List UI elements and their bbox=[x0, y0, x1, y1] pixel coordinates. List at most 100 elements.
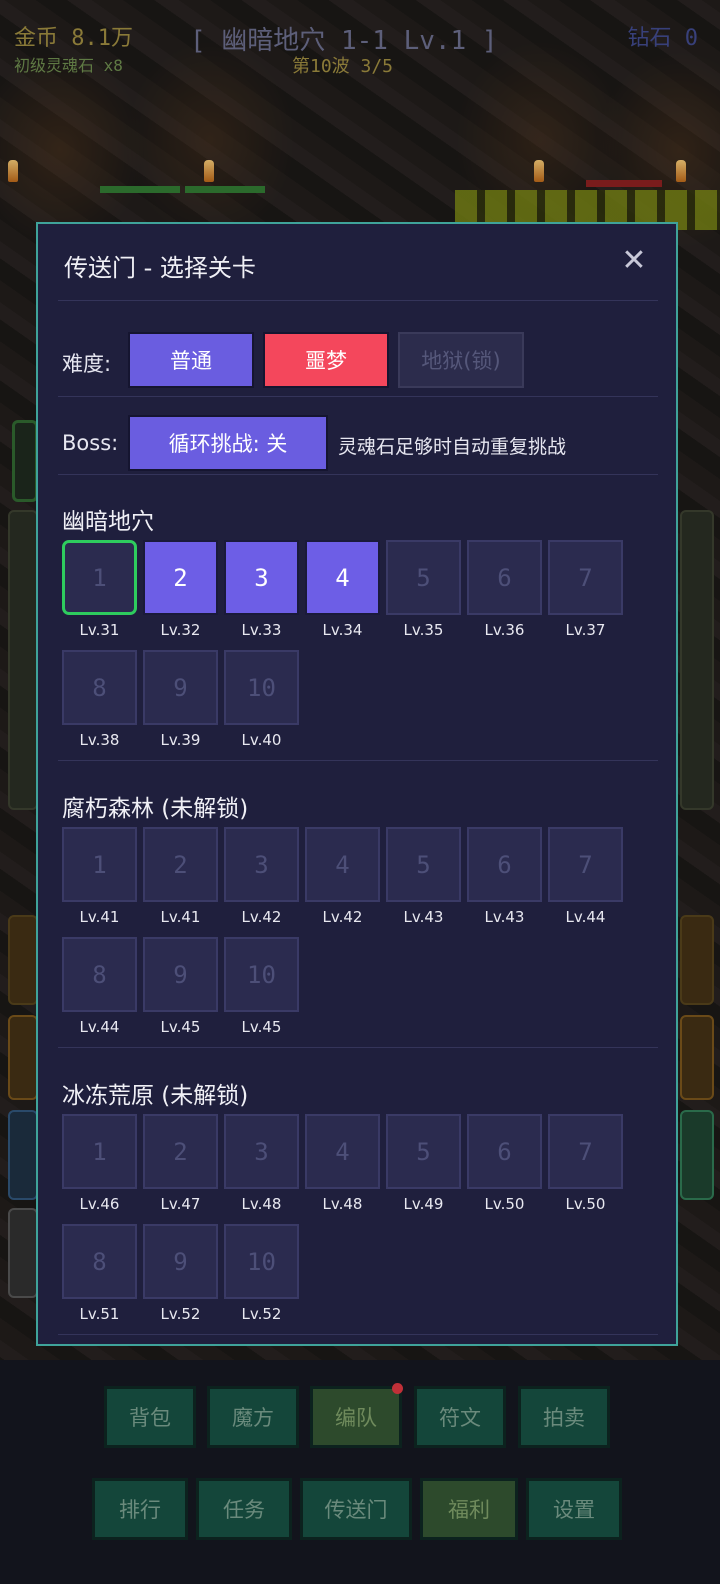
level-tile-8[interactable]: 8 bbox=[62, 650, 137, 725]
left-side-slot bbox=[8, 1208, 38, 1298]
level-tile-2[interactable]: 2 bbox=[143, 540, 218, 615]
level-requirement-label: Lv.50 bbox=[484, 1195, 525, 1213]
level-requirement-label: Lv.46 bbox=[79, 1195, 120, 1213]
level-requirement-label: Lv.41 bbox=[160, 908, 201, 926]
level-requirement-label: Lv.45 bbox=[160, 1018, 201, 1036]
level-tile-3[interactable]: 3 bbox=[224, 827, 299, 902]
level-tile-4[interactable]: 4 bbox=[305, 1114, 380, 1189]
level-tile-2[interactable]: 2 bbox=[143, 827, 218, 902]
level-requirement-label: Lv.34 bbox=[322, 621, 363, 639]
level-requirement-label: Lv.49 bbox=[403, 1195, 444, 1213]
level-tile-6[interactable]: 6 bbox=[467, 827, 542, 902]
level-tile-9[interactable]: 9 bbox=[143, 1224, 218, 1299]
wave-counter: 第10波 3/5 bbox=[292, 56, 394, 77]
divider bbox=[58, 300, 658, 301]
boss-loop-toggle-button[interactable]: 循环挑战: 关 bbox=[128, 415, 328, 471]
nav-bag-button[interactable]: 背包 bbox=[104, 1386, 196, 1448]
level-tile-9[interactable]: 9 bbox=[143, 650, 218, 725]
portal-level-select-modal: 传送门 - 选择关卡 ✕ 难度: 普通 噩梦 地狱(锁) Boss: 循环挑战:… bbox=[36, 222, 678, 1346]
zone-title: 冰冻荒原 (未解锁) bbox=[62, 1083, 249, 1109]
divider bbox=[58, 1334, 658, 1335]
level-tile-3[interactable]: 3 bbox=[224, 540, 299, 615]
level-tile-8[interactable]: 8 bbox=[62, 937, 137, 1012]
level-requirement-label: Lv.48 bbox=[322, 1195, 363, 1213]
bottom-nav: 背包 魔方 编队 符文 拍卖 排行 任务 传送门 福利 设置 bbox=[0, 1360, 720, 1584]
level-tile-6[interactable]: 6 bbox=[467, 540, 542, 615]
left-side-slot bbox=[8, 915, 38, 1005]
close-icon[interactable]: ✕ bbox=[618, 246, 650, 278]
level-tile-4[interactable]: 4 bbox=[305, 540, 380, 615]
level-tile-8[interactable]: 8 bbox=[62, 1224, 137, 1299]
level-requirement-label: Lv.47 bbox=[160, 1195, 201, 1213]
level-requirement-label: Lv.43 bbox=[403, 908, 444, 926]
difficulty-hell-button[interactable]: 地狱(锁) bbox=[398, 332, 524, 388]
level-tile-1[interactable]: 1 bbox=[62, 827, 137, 902]
soul-stone-counter: 初级灵魂石 x8 bbox=[14, 56, 123, 75]
level-tile-7[interactable]: 7 bbox=[548, 1114, 623, 1189]
level-requirement-label: Lv.45 bbox=[241, 1018, 282, 1036]
level-requirement-label: Lv.42 bbox=[322, 908, 363, 926]
level-tile-9[interactable]: 9 bbox=[143, 937, 218, 1012]
modal-title: 传送门 - 选择关卡 bbox=[64, 254, 256, 282]
level-requirement-label: Lv.35 bbox=[403, 621, 444, 639]
divider bbox=[58, 396, 658, 397]
right-side-panel bbox=[680, 510, 714, 810]
level-tile-2[interactable]: 2 bbox=[143, 1114, 218, 1189]
torch-icon bbox=[534, 160, 544, 182]
level-requirement-label: Lv.48 bbox=[241, 1195, 282, 1213]
nav-rune-button[interactable]: 符文 bbox=[414, 1386, 506, 1448]
right-side-slot bbox=[680, 1110, 714, 1200]
level-requirement-label: Lv.31 bbox=[79, 621, 120, 639]
left-side-panel bbox=[8, 510, 38, 810]
level-tile-4[interactable]: 4 bbox=[305, 827, 380, 902]
level-tile-5[interactable]: 5 bbox=[386, 1114, 461, 1189]
divider bbox=[58, 474, 658, 475]
nav-rank-button[interactable]: 排行 bbox=[92, 1478, 188, 1540]
level-tile-7[interactable]: 7 bbox=[548, 540, 623, 615]
level-tile-1[interactable]: 1 bbox=[62, 540, 137, 615]
level-requirement-label: Lv.39 bbox=[160, 731, 201, 749]
boss-loop-hint: 灵魂石足够时自动重复挑战 bbox=[338, 436, 567, 458]
nav-auction-button[interactable]: 拍卖 bbox=[518, 1386, 610, 1448]
level-requirement-label: Lv.50 bbox=[565, 1195, 606, 1213]
level-requirement-label: Lv.51 bbox=[79, 1305, 120, 1323]
enemy-hp-bar bbox=[185, 186, 265, 193]
nav-cube-button[interactable]: 魔方 bbox=[207, 1386, 299, 1448]
difficulty-label: 难度: bbox=[62, 352, 112, 376]
torch-icon bbox=[204, 160, 214, 182]
level-tile-1[interactable]: 1 bbox=[62, 1114, 137, 1189]
level-requirement-label: Lv.52 bbox=[241, 1305, 282, 1323]
nav-portal-button[interactable]: 传送门 bbox=[300, 1478, 412, 1540]
level-requirement-label: Lv.37 bbox=[565, 621, 606, 639]
notification-dot-icon bbox=[392, 1383, 403, 1394]
nav-team-label: 编队 bbox=[335, 1406, 377, 1430]
torch-icon bbox=[676, 160, 686, 182]
difficulty-normal-button[interactable]: 普通 bbox=[128, 332, 254, 388]
nav-settings-button[interactable]: 设置 bbox=[526, 1478, 622, 1540]
zone-title: 幽暗地穴 bbox=[62, 509, 154, 535]
level-tile-7[interactable]: 7 bbox=[548, 827, 623, 902]
level-requirement-label: Lv.52 bbox=[160, 1305, 201, 1323]
nav-quest-button[interactable]: 任务 bbox=[196, 1478, 292, 1540]
divider bbox=[58, 760, 658, 761]
level-requirement-label: Lv.40 bbox=[241, 731, 282, 749]
zone-title: 腐朽森林 (未解锁) bbox=[62, 796, 249, 822]
level-tile-10[interactable]: 10 bbox=[224, 937, 299, 1012]
level-tile-5[interactable]: 5 bbox=[386, 540, 461, 615]
torch-icon bbox=[8, 160, 18, 182]
right-side-slot bbox=[680, 915, 714, 1005]
left-side-slot bbox=[8, 1015, 38, 1100]
level-tile-10[interactable]: 10 bbox=[224, 650, 299, 725]
enemy-hp-bar bbox=[586, 180, 662, 187]
level-requirement-label: Lv.41 bbox=[79, 908, 120, 926]
level-tile-6[interactable]: 6 bbox=[467, 1114, 542, 1189]
level-requirement-label: Lv.44 bbox=[79, 1018, 120, 1036]
level-tile-5[interactable]: 5 bbox=[386, 827, 461, 902]
level-tile-10[interactable]: 10 bbox=[224, 1224, 299, 1299]
nav-welfare-button[interactable]: 福利 bbox=[420, 1478, 518, 1540]
level-tile-3[interactable]: 3 bbox=[224, 1114, 299, 1189]
gold-counter: 金币 8.1万 bbox=[14, 26, 133, 51]
nav-team-button[interactable]: 编队 bbox=[310, 1383, 403, 1448]
difficulty-nightmare-button[interactable]: 噩梦 bbox=[263, 332, 389, 388]
level-requirement-label: Lv.36 bbox=[484, 621, 525, 639]
